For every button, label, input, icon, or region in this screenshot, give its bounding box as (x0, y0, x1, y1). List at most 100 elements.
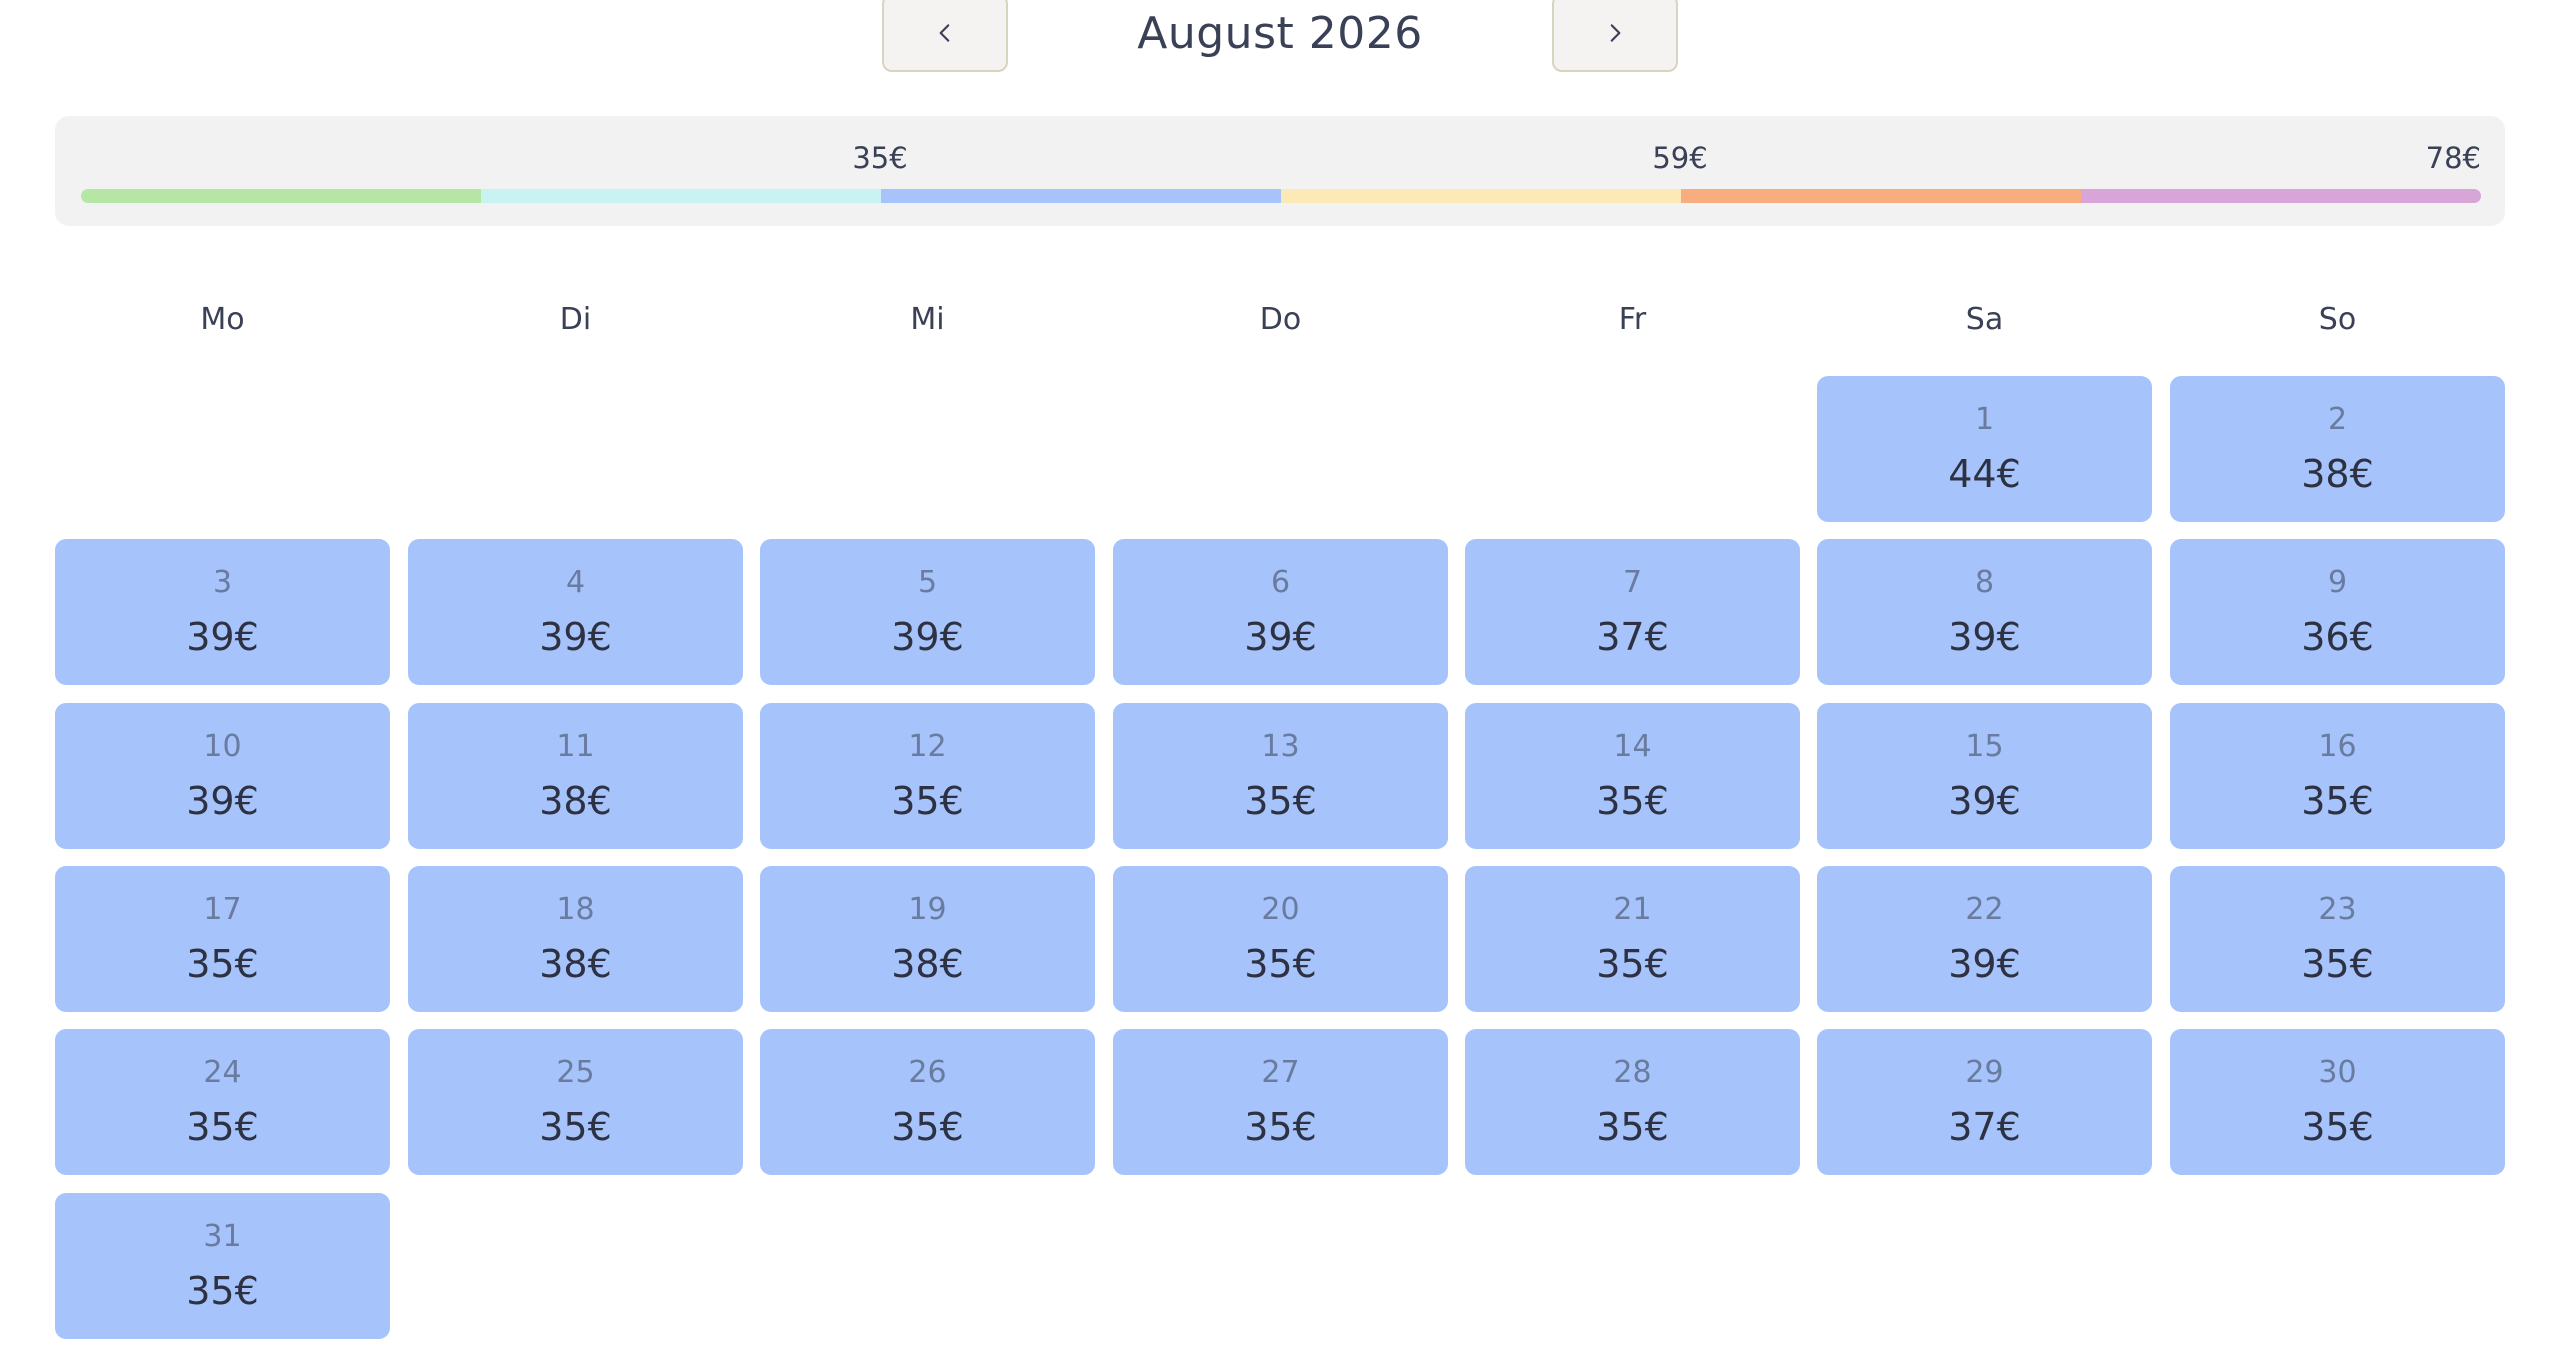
price-legend: 35€ 59€ 78€ (55, 116, 2505, 226)
day-price: 37€ (1596, 615, 1669, 659)
weekday-di: Di (559, 302, 592, 337)
day-number: 25 (556, 1055, 595, 1090)
legend-segment (81, 189, 481, 203)
day-cell[interactable]: 3 39€ (55, 539, 390, 685)
day-cell[interactable]: 8 39€ (1817, 539, 2152, 685)
day-cell[interactable]: 12 35€ (760, 703, 1095, 849)
legend-segment (1281, 189, 1681, 203)
day-price: 35€ (2301, 1105, 2374, 1149)
day-price: 38€ (539, 779, 612, 823)
day-price: 36€ (2301, 615, 2374, 659)
day-cell[interactable]: 11 38€ (408, 703, 743, 849)
day-price: 35€ (186, 1105, 259, 1149)
day-price: 35€ (186, 1269, 259, 1313)
day-price: 35€ (1244, 942, 1317, 986)
day-price: 35€ (1596, 942, 1669, 986)
legend-label-mid: 59€ (1652, 141, 1708, 175)
day-price: 39€ (539, 615, 612, 659)
day-cell[interactable]: 14 35€ (1465, 703, 1800, 849)
day-cell[interactable]: 29 37€ (1817, 1029, 2152, 1175)
day-price: 39€ (1948, 942, 2021, 986)
day-number: 31 (203, 1219, 242, 1254)
day-cell[interactable]: 21 35€ (1465, 866, 1800, 1012)
day-price: 35€ (2301, 942, 2374, 986)
day-number: 14 (1613, 729, 1652, 764)
day-cell[interactable]: 26 35€ (760, 1029, 1095, 1175)
day-cell[interactable]: 20 35€ (1113, 866, 1448, 1012)
day-price: 39€ (1244, 615, 1317, 659)
day-cell[interactable]: 24 35€ (55, 1029, 390, 1175)
day-cell[interactable]: 17 35€ (55, 866, 390, 1012)
day-cell[interactable]: 7 37€ (1465, 539, 1800, 685)
month-title: August 2026 (1137, 8, 1423, 59)
day-number: 7 (1622, 565, 1643, 600)
day-price: 44€ (1948, 452, 2021, 496)
day-number: 30 (2318, 1055, 2357, 1090)
day-price: 35€ (891, 779, 964, 823)
day-number: 16 (2318, 729, 2357, 764)
day-price: 35€ (186, 942, 259, 986)
day-cell[interactable]: 19 38€ (760, 866, 1095, 1012)
day-cell[interactable]: 10 39€ (55, 703, 390, 849)
day-number: 4 (565, 565, 586, 600)
day-cell[interactable]: 13 35€ (1113, 703, 1448, 849)
day-cell[interactable]: 18 38€ (408, 866, 743, 1012)
day-number: 18 (556, 892, 595, 927)
day-cell[interactable]: 5 39€ (760, 539, 1095, 685)
day-number: 2 (2327, 402, 2348, 437)
weekday-sa: Sa (1965, 302, 2004, 337)
day-price: 35€ (1244, 1105, 1317, 1149)
day-cell[interactable]: 28 35€ (1465, 1029, 1800, 1175)
legend-segment (881, 189, 1281, 203)
day-cell[interactable]: 9 36€ (2170, 539, 2505, 685)
day-number: 6 (1270, 565, 1291, 600)
day-price: 35€ (539, 1105, 612, 1149)
day-number: 22 (1965, 892, 2004, 927)
day-number: 26 (908, 1055, 947, 1090)
day-cell[interactable]: 2 38€ (2170, 376, 2505, 522)
weekday-do: Do (1259, 302, 1302, 337)
day-cell[interactable]: 6 39€ (1113, 539, 1448, 685)
legend-color-bar (81, 189, 2481, 203)
day-number: 23 (2318, 892, 2357, 927)
legend-segment (481, 189, 881, 203)
day-cell[interactable]: 16 35€ (2170, 703, 2505, 849)
day-cell[interactable]: 4 39€ (408, 539, 743, 685)
day-price: 38€ (539, 942, 612, 986)
weekday-fr: Fr (1618, 302, 1647, 337)
day-price: 39€ (186, 779, 259, 823)
day-number: 9 (2327, 565, 2348, 600)
previous-month-button[interactable] (882, 0, 1008, 72)
day-price: 38€ (891, 942, 964, 986)
day-price: 35€ (1596, 779, 1669, 823)
day-price: 39€ (186, 615, 259, 659)
chevron-left-icon (939, 24, 950, 42)
day-price: 39€ (891, 615, 964, 659)
day-price: 35€ (2301, 779, 2374, 823)
day-number: 1 (1974, 402, 1995, 437)
day-cell[interactable]: 22 39€ (1817, 866, 2152, 1012)
day-cell[interactable]: 1 44€ (1817, 376, 2152, 522)
day-number: 5 (917, 565, 938, 600)
day-number: 20 (1261, 892, 1300, 927)
day-cell[interactable]: 31 35€ (55, 1193, 390, 1339)
day-number: 8 (1974, 565, 1995, 600)
day-number: 24 (203, 1055, 242, 1090)
legend-segment (1681, 189, 2081, 203)
legend-segment (2081, 189, 2481, 203)
day-price: 35€ (891, 1105, 964, 1149)
day-cell[interactable]: 30 35€ (2170, 1029, 2505, 1175)
next-month-button[interactable] (1552, 0, 1678, 72)
weekday-so: So (2318, 302, 2357, 337)
day-price: 37€ (1948, 1105, 2021, 1149)
legend-label-high: 78€ (2425, 141, 2481, 175)
day-cell[interactable]: 23 35€ (2170, 866, 2505, 1012)
day-cell[interactable]: 15 39€ (1817, 703, 2152, 849)
day-number: 12 (908, 729, 947, 764)
day-cell[interactable]: 25 35€ (408, 1029, 743, 1175)
day-number: 21 (1613, 892, 1652, 927)
chevron-right-icon (1610, 24, 1621, 42)
day-number: 28 (1613, 1055, 1652, 1090)
day-cell[interactable]: 27 35€ (1113, 1029, 1448, 1175)
day-price: 35€ (1596, 1105, 1669, 1149)
